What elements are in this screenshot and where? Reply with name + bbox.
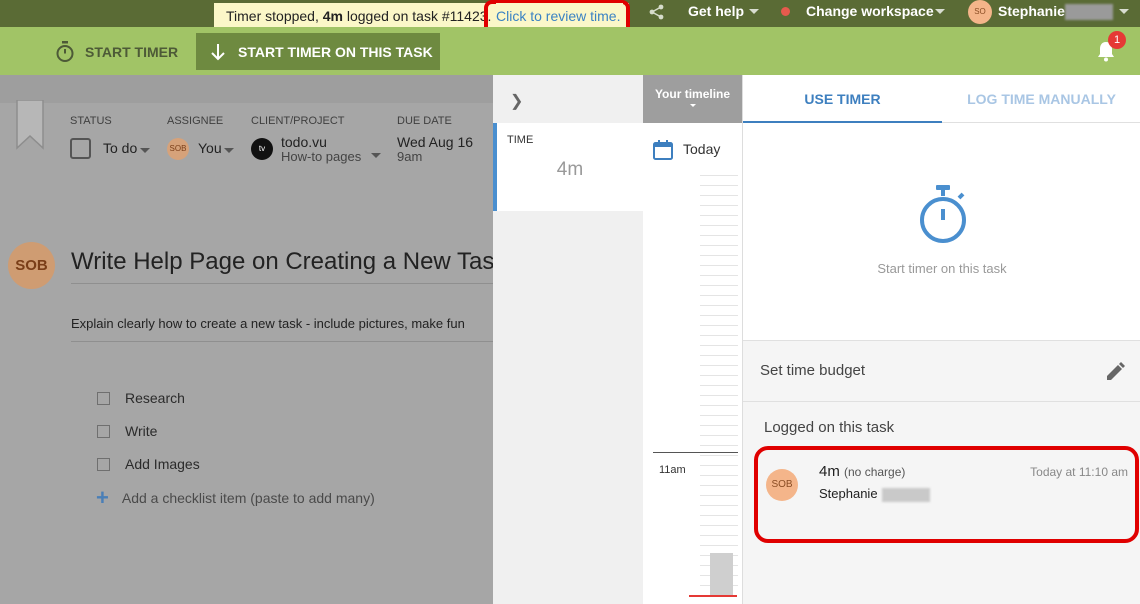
logged-time-block[interactable] xyxy=(710,553,733,595)
set-time-budget-row[interactable]: Set time budget xyxy=(743,340,1140,402)
time-card-label: TIME xyxy=(507,134,534,146)
assignee-avatar: SOB xyxy=(167,138,189,160)
client-project-header: CLIENT/PROJECT xyxy=(251,115,345,127)
entry-user-name: Stephanie xyxy=(819,486,878,501)
user-avatar[interactable]: SO xyxy=(968,0,992,24)
time-card-value: 4m xyxy=(556,159,584,180)
task-title[interactable]: Write Help Page on Creating a New Task xyxy=(71,248,506,276)
toast-prefix: Timer stopped, xyxy=(226,8,323,24)
chevron-down-icon xyxy=(371,153,381,158)
start-timer-on-task-button[interactable]: START TIMER ON THIS TASK xyxy=(196,33,440,70)
status-header: STATUS xyxy=(70,115,112,127)
redacted-surname xyxy=(1065,4,1113,20)
pencil-icon[interactable] xyxy=(1105,362,1125,382)
status-value[interactable]: To do xyxy=(103,140,137,156)
share-icon[interactable] xyxy=(648,3,666,21)
divider xyxy=(71,341,493,342)
task-header-strip xyxy=(0,75,493,103)
due-date-header: DUE DATE xyxy=(397,115,452,127)
add-checklist-label: Add a checklist item (paste to add many) xyxy=(121,490,375,506)
review-time-link[interactable]: Click to review time. xyxy=(496,3,624,30)
project-name[interactable]: How-to pages xyxy=(281,149,361,164)
status-checkbox[interactable] xyxy=(70,138,91,159)
add-checklist-item[interactable]: + Add a checklist item (paste to add man… xyxy=(96,485,375,510)
checklist-item-label: Write xyxy=(125,423,158,439)
time-entry-highlight xyxy=(754,446,1139,543)
arrow-down-icon xyxy=(211,43,225,60)
tab-use-timer[interactable]: USE TIMER xyxy=(743,75,942,123)
checklist-checkbox[interactable] xyxy=(97,457,110,471)
checklist-item[interactable]: Research xyxy=(97,390,185,406)
logged-on-task-title: Logged on this task xyxy=(764,419,895,436)
entry-duration-value: 4m xyxy=(819,463,840,480)
stopwatch-icon[interactable] xyxy=(917,185,969,245)
chevron-down-icon xyxy=(224,148,234,153)
today-label: Today xyxy=(683,141,721,157)
divider xyxy=(71,283,493,284)
logged-time-section: Logged on this task SOB 4m (no charge) S… xyxy=(743,402,1140,604)
plus-icon: + xyxy=(96,485,109,510)
entry-charge: (no charge) xyxy=(844,465,906,479)
current-time-marker xyxy=(689,595,737,597)
chevron-down-icon xyxy=(690,104,696,107)
due-date-value[interactable]: Wed Aug 16 xyxy=(397,134,473,150)
get-help-menu[interactable]: Get help xyxy=(688,3,744,20)
stopwatch-icon xyxy=(56,41,74,62)
start-timer-label: START TIMER xyxy=(85,44,179,60)
calendar-icon xyxy=(653,140,673,160)
checklist-checkbox[interactable] xyxy=(97,391,110,405)
checklist-checkbox[interactable] xyxy=(97,424,110,438)
start-timer-on-task-label: START TIMER ON THIS TASK xyxy=(238,43,433,60)
assignee-header: ASSIGNEE xyxy=(167,115,224,127)
entry-user: Stephanie xyxy=(819,486,930,502)
timeline-ticks xyxy=(700,175,738,595)
tab-log-time-manually[interactable]: LOG TIME MANUALLY xyxy=(942,75,1140,123)
timeline-sidebar: ❯ TIME 4m xyxy=(493,75,643,604)
redacted-surname xyxy=(881,487,930,502)
entry-duration[interactable]: 4m (no charge) xyxy=(819,463,905,480)
your-timeline-dropdown[interactable]: Your timeline xyxy=(643,75,742,123)
chevron-down-icon xyxy=(140,148,150,153)
client-logo: tv xyxy=(251,138,273,160)
set-time-budget-label: Set time budget xyxy=(760,362,866,379)
hour-marker-line xyxy=(653,452,738,453)
task-owner-avatar: SOB xyxy=(8,242,55,289)
due-time-value[interactable]: 9am xyxy=(397,149,422,164)
task-detail: STATUS To do ASSIGNEE SOB You CLIENT/PRO… xyxy=(0,75,506,604)
time-summary-card: TIME 4m xyxy=(493,123,643,211)
timeline-header-label: Your timeline xyxy=(654,87,731,101)
client-name[interactable]: todo.vu xyxy=(281,134,327,150)
chevron-down-icon xyxy=(749,9,759,14)
checklist-item[interactable]: Add Images xyxy=(97,456,200,472)
timeline-axis: Your timeline Today 11am xyxy=(643,75,742,604)
hour-label: 11am xyxy=(659,464,686,476)
checklist-item[interactable]: Write xyxy=(97,423,157,439)
start-timer-button[interactable]: START TIMER xyxy=(55,40,178,64)
chevron-down-icon xyxy=(1119,9,1129,14)
toast-mid: logged on task #11423. xyxy=(342,8,492,24)
entry-avatar: SOB xyxy=(766,469,798,501)
chevron-right-icon[interactable]: ❯ xyxy=(510,91,523,111)
checklist-item-label: Add Images xyxy=(125,456,200,472)
assignee-value[interactable]: You xyxy=(198,140,222,156)
notification-badge: 1 xyxy=(1108,31,1126,49)
entry-timestamp: Today at 11:10 am xyxy=(1030,465,1128,479)
timer-panel: USE TIMER LOG TIME MANUALLY Start timer … xyxy=(742,75,1140,604)
user-menu[interactable]: Stephanie xyxy=(998,3,1065,20)
action-bar: START TIMER START TIMER ON THIS TASK xyxy=(0,27,1140,75)
chevron-down-icon xyxy=(935,9,945,14)
toast-duration: 4m xyxy=(322,8,343,24)
bookmark-icon[interactable] xyxy=(16,100,44,150)
checklist-item-label: Research xyxy=(125,390,185,406)
change-workspace-menu[interactable]: Change workspace xyxy=(806,3,934,20)
start-timer-on-task-caption[interactable]: Start timer on this task xyxy=(743,261,1140,276)
workspace-status-dot xyxy=(781,7,790,16)
task-description[interactable]: Explain clearly how to create a new task… xyxy=(71,316,465,331)
